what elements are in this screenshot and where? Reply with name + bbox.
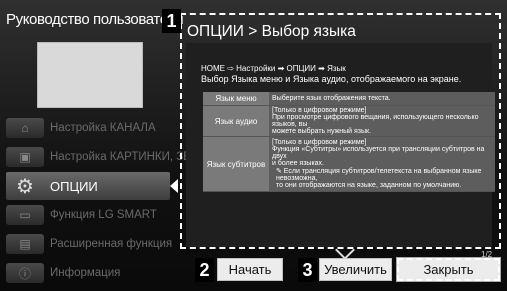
close-button[interactable]: Закрыть bbox=[396, 257, 501, 282]
preview-thumbnail bbox=[37, 42, 143, 108]
sidebar-item-label: Функция LG SMART bbox=[50, 209, 157, 221]
sidebar-item-info[interactable]: ⓘ Информация bbox=[6, 259, 170, 287]
sidebar-item-options[interactable]: ⚙ ОПЦИИ bbox=[6, 172, 170, 200]
marker-2: 2 bbox=[195, 258, 214, 282]
sidebar-item-lg-smart[interactable]: ▭ Функция LG SMART bbox=[6, 201, 170, 229]
marker-1: 1 bbox=[162, 9, 181, 33]
sidebar-item-channel[interactable]: ⌂ Настройка КАНАЛА bbox=[6, 114, 170, 142]
sidebar-item-label: Настройка КАНАЛА bbox=[50, 122, 156, 134]
sidebar-item-advanced[interactable]: ▤ Расширенная функция bbox=[6, 230, 173, 258]
smart-tv-icon: ▭ bbox=[6, 205, 44, 225]
gear-icon: ⚙ bbox=[16, 175, 34, 198]
sidebar-item-label: Расширенная функция bbox=[50, 238, 173, 250]
tv-screen: Руководство пользователя ⌂ Настройка КАН… bbox=[0, 0, 507, 291]
zoom-button[interactable]: Увеличить bbox=[319, 258, 392, 281]
sidebar-title: Руководство пользователя bbox=[6, 11, 184, 28]
info-icon: ⓘ bbox=[6, 263, 44, 283]
active-indicator-arrow bbox=[170, 179, 178, 193]
start-button[interactable]: Начать bbox=[217, 258, 283, 281]
sidebar: Руководство пользователя ⌂ Настройка КАН… bbox=[0, 0, 212, 291]
marker-3: 3 bbox=[298, 258, 317, 282]
sidebar-item-label: Информация bbox=[50, 267, 121, 279]
picture-sound-icon: ▣ bbox=[6, 147, 44, 167]
satellite-icon: ⌂ bbox=[6, 118, 44, 138]
advanced-icon: ▤ bbox=[6, 234, 44, 254]
panel-focus-border bbox=[180, 13, 501, 249]
sidebar-item-label: ОПЦИИ bbox=[50, 178, 98, 194]
sidebar-item-picture-sound[interactable]: ▣ Настройка КАРТИНКИ, ЗВУКА bbox=[6, 143, 212, 171]
